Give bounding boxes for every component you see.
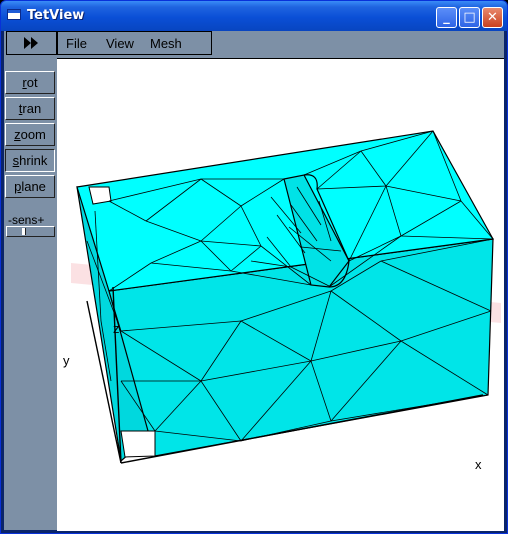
menu-mesh[interactable]: Mesh	[150, 36, 182, 51]
window-app-icon	[7, 9, 21, 20]
sensitivity-label: -sens+	[8, 213, 45, 227]
shrink-button[interactable]: shrink	[5, 149, 55, 172]
tran-button[interactable]: tran	[5, 97, 55, 120]
client-area: File View Mesh rot tran zoom shrink plan…	[4, 31, 504, 531]
tran-button-label: ran	[22, 101, 42, 116]
shrink-button-label: hrink	[19, 153, 48, 168]
window-title: TetView	[27, 8, 85, 23]
title-bar[interactable]: TetView _ □ ✕	[1, 1, 507, 31]
side-panel: rot tran zoom shrink plane -sens+	[4, 55, 57, 530]
minimize-button[interactable]: _	[436, 7, 457, 28]
zoom-button-label: oom	[20, 127, 46, 142]
rot-button[interactable]: rot	[5, 71, 55, 94]
sensitivity-slider[interactable]	[6, 226, 55, 237]
plane-button-label: lane	[21, 179, 46, 194]
close-button[interactable]: ✕	[482, 7, 503, 28]
zoom-button[interactable]: zoom	[5, 123, 55, 146]
mesh-canvas[interactable]	[57, 59, 504, 531]
mesh-viewport[interactable]: z y x	[57, 58, 504, 531]
toggle-panel-button[interactable]	[6, 31, 57, 55]
z-axis-label: z	[113, 321, 120, 336]
rot-button-label: ot	[26, 75, 38, 90]
sensitivity-slider-thumb[interactable]	[22, 228, 26, 235]
y-axis-label: y	[63, 353, 70, 368]
plane-button[interactable]: plane	[5, 175, 55, 198]
tetview-window: TetView _ □ ✕ File View Mesh rot tran zo…	[0, 0, 508, 534]
fast-forward-icon	[23, 37, 38, 49]
menu-bar: File View Mesh	[57, 31, 212, 55]
menu-file[interactable]: File	[66, 36, 87, 51]
maximize-button[interactable]: □	[459, 7, 480, 28]
menu-view[interactable]: View	[106, 36, 134, 51]
mesh-notch-top	[88, 186, 112, 205]
mesh-notch-bottom	[120, 430, 156, 458]
x-axis-label: x	[475, 457, 482, 472]
